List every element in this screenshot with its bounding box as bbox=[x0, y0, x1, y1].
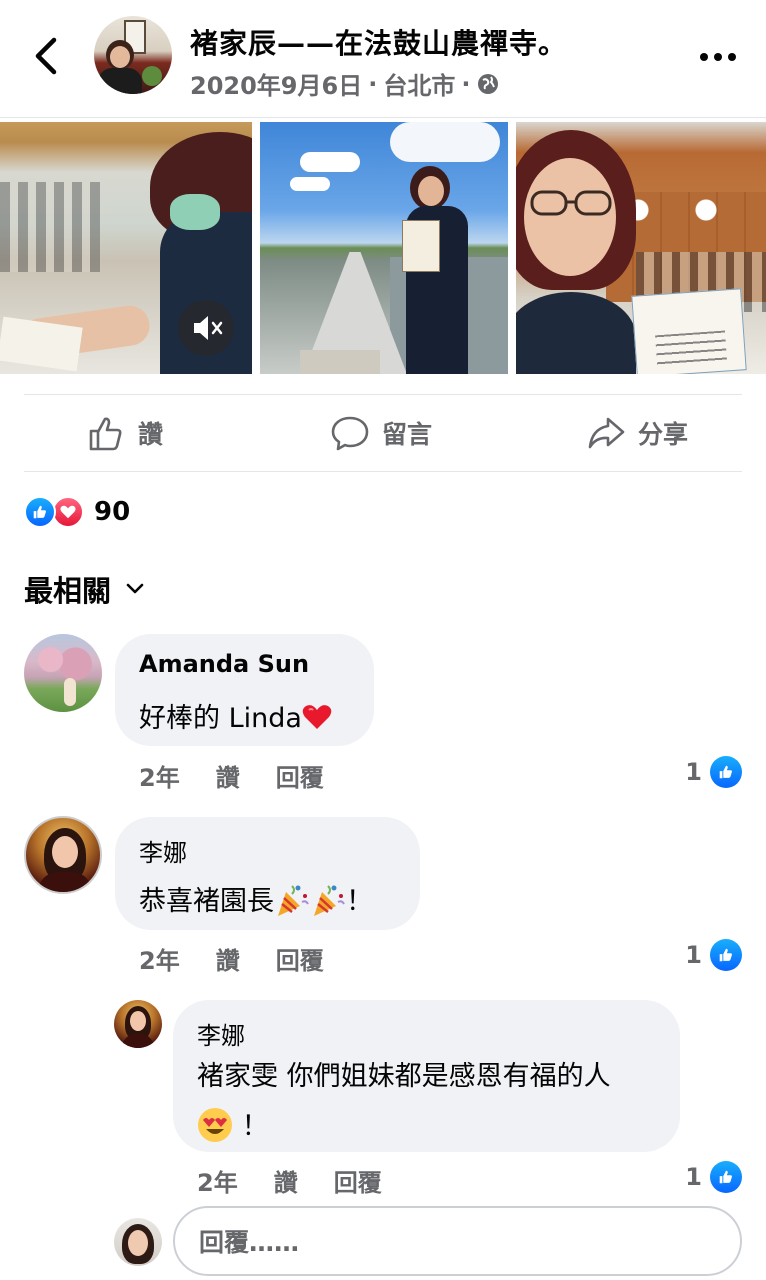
sort-label: 最相關 bbox=[24, 574, 112, 608]
current-user-avatar bbox=[114, 1218, 162, 1266]
comment-meta: 2年 讚 回覆 bbox=[139, 941, 324, 976]
commenter-name[interactable]: 李娜 bbox=[197, 1016, 245, 1051]
comment-reply-button[interactable]: 回覆 bbox=[334, 1163, 382, 1198]
comment-bubble: 李娜 恭喜褚園長 ！ bbox=[115, 817, 420, 930]
reply-bubble: 李娜 褚家雯 你們姐妹都是感恩有福的人 ！ bbox=[173, 1000, 680, 1152]
like-count-number: 1 bbox=[685, 1163, 702, 1191]
like-count-number: 1 bbox=[685, 941, 702, 969]
comment-age[interactable]: 2年 bbox=[197, 1163, 238, 1198]
comment-like-button[interactable]: 讚 bbox=[274, 1163, 298, 1198]
post-location[interactable]: 台北市 bbox=[383, 66, 455, 101]
share-button[interactable]: 分享 bbox=[586, 410, 688, 456]
share-label: 分享 bbox=[638, 420, 689, 449]
more-dots-icon[interactable] bbox=[700, 50, 736, 64]
like-label: 讚 bbox=[138, 420, 164, 449]
like-icon bbox=[89, 417, 122, 451]
reaction-summary[interactable]: 90 bbox=[24, 496, 130, 528]
comment-text: 褚家雯 你們姐妹都是感恩有福的人 ！ bbox=[197, 1052, 667, 1152]
comment-like-count[interactable]: 1 bbox=[685, 1161, 742, 1193]
back-chevron-icon[interactable] bbox=[30, 36, 64, 76]
comment-like-button[interactable]: 讚 bbox=[216, 941, 240, 976]
comment-text-suffix: ！ bbox=[241, 1111, 269, 1142]
heart-emoji-icon bbox=[302, 703, 332, 731]
love-reaction-icon bbox=[52, 496, 84, 528]
reply-input[interactable]: 回覆…… bbox=[173, 1206, 742, 1276]
comment-like-count[interactable]: 1 bbox=[685, 756, 742, 788]
comment-text-content: 好棒的 Linda bbox=[139, 703, 302, 734]
like-count-number: 1 bbox=[685, 758, 702, 786]
like-reaction-icon bbox=[710, 939, 742, 971]
globe-icon bbox=[476, 72, 500, 96]
reaction-count: 90 bbox=[94, 497, 131, 527]
divider bbox=[24, 471, 742, 472]
party-popper-emoji-icon bbox=[310, 882, 346, 918]
divider bbox=[24, 394, 742, 395]
meta-separator: · bbox=[461, 69, 471, 98]
commenter-name[interactable]: 李娜 bbox=[139, 833, 187, 868]
commenter-avatar[interactable] bbox=[24, 634, 102, 712]
like-button[interactable]: 讚 bbox=[86, 410, 163, 456]
heart-eyes-emoji-icon bbox=[197, 1107, 233, 1143]
post-header: 褚家辰——在法鼓山農禪寺。 2020年9月6日 · 台北市 · bbox=[0, 0, 766, 118]
like-reaction-icon bbox=[24, 496, 56, 528]
commenter-name[interactable]: Amanda Sun bbox=[139, 650, 309, 678]
comment-text-content: 褚家雯 你們姐妹都是感恩有福的人 bbox=[197, 1061, 611, 1092]
party-popper-emoji-icon bbox=[274, 882, 310, 918]
meta-separator: · bbox=[368, 69, 378, 98]
post-meta: 2020年9月6日 · 台北市 · bbox=[190, 66, 500, 101]
comment-age[interactable]: 2年 bbox=[139, 758, 180, 793]
comment-like-count[interactable]: 1 bbox=[685, 939, 742, 971]
post-photo[interactable] bbox=[516, 122, 766, 374]
like-reaction-icon bbox=[710, 756, 742, 788]
author-avatar[interactable] bbox=[94, 16, 172, 94]
comment-text: 好棒的 Linda bbox=[139, 696, 332, 735]
share-icon bbox=[588, 417, 625, 449]
comment-age[interactable]: 2年 bbox=[139, 941, 180, 976]
post-date[interactable]: 2020年9月6日 bbox=[190, 66, 362, 101]
comment-button[interactable]: 留言 bbox=[330, 410, 432, 456]
post-title[interactable]: 褚家辰——在法鼓山農禪寺。 bbox=[190, 22, 567, 62]
comment-reply-button[interactable]: 回覆 bbox=[276, 941, 324, 976]
like-reaction-icon bbox=[710, 1161, 742, 1193]
reply-placeholder: 回覆…… bbox=[199, 1228, 300, 1257]
comment-sort-dropdown[interactable]: 最相關 bbox=[24, 568, 145, 610]
comment-label: 留言 bbox=[382, 420, 433, 449]
chevron-down-icon bbox=[126, 583, 144, 594]
commenter-avatar[interactable] bbox=[24, 816, 102, 894]
comment-bubble: Amanda Sun 好棒的 Linda bbox=[115, 634, 374, 746]
post-photo[interactable] bbox=[260, 122, 508, 374]
comment-text: 恭喜褚園長 ！ bbox=[139, 879, 373, 918]
comment-icon bbox=[331, 416, 369, 451]
comment-text-suffix: ！ bbox=[346, 886, 373, 917]
comment-meta: 2年 讚 回覆 bbox=[197, 1163, 382, 1198]
mute-icon[interactable] bbox=[178, 300, 234, 356]
comment-meta: 2年 讚 回覆 bbox=[139, 758, 324, 793]
comment-reply-button[interactable]: 回覆 bbox=[276, 758, 324, 793]
comment-text-content: 恭喜褚園長 bbox=[139, 886, 274, 917]
comment-like-button[interactable]: 讚 bbox=[216, 758, 240, 793]
commenter-avatar[interactable] bbox=[114, 1000, 162, 1048]
